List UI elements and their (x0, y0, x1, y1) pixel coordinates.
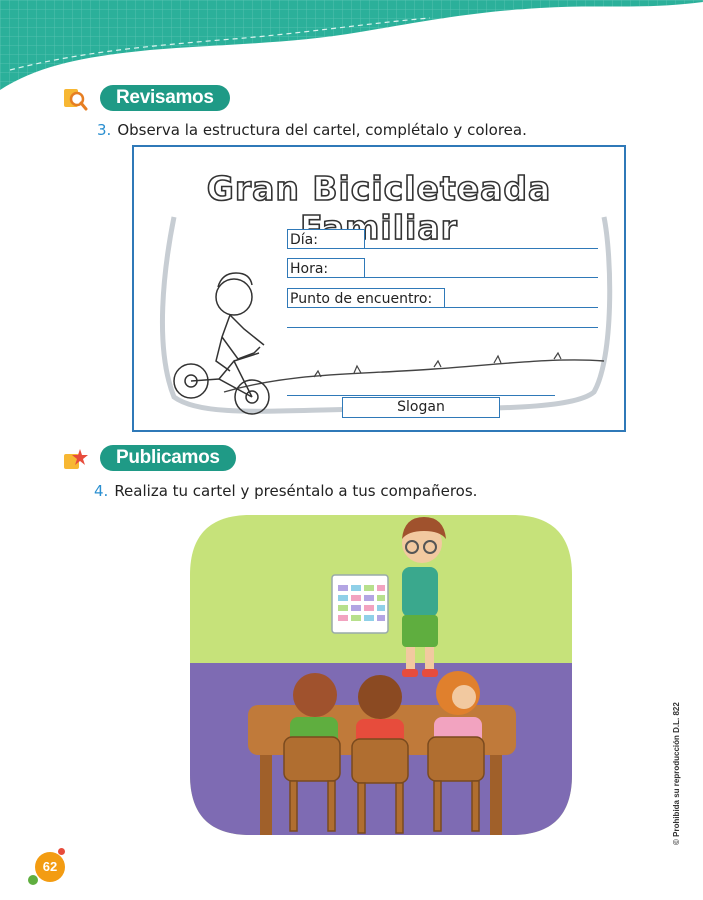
meeting-point-extra-line (287, 327, 598, 328)
activity-number: 3. (97, 121, 112, 139)
day-field-line (365, 248, 598, 249)
section-badge-publish: Publicamos (100, 445, 236, 471)
meeting-point-field-line (445, 307, 598, 308)
section-badge-review: Revisamos (100, 85, 230, 111)
day-field-label: Día: (287, 229, 365, 249)
slogan-top-line (287, 395, 555, 396)
decorative-dot-red (58, 848, 65, 855)
held-poster (331, 574, 389, 634)
copyright-note: © Prohibida su reproducción D.L. 822 (672, 702, 681, 845)
activity-4-instruction: 4. Realiza tu cartel y preséntalo a tus c… (94, 482, 477, 500)
time-field-label: Hora: (287, 258, 365, 278)
meeting-point-field-label: Punto de encuentro: (287, 288, 445, 308)
activity-number: 4. (94, 482, 109, 500)
activity-3-instruction: 3. Observa la estructura del cartel, comp… (97, 121, 527, 139)
poster-template: Gran Bicicleteada Familiar Día: Hora: Pu… (132, 145, 626, 432)
page-number: 62 (35, 852, 65, 882)
time-field-line (365, 277, 598, 278)
activity-text: Realiza tu cartel y preséntalo a tus com… (114, 482, 478, 500)
decorative-dot-green (28, 875, 38, 885)
star-note-icon (64, 449, 88, 469)
classroom-illustration (190, 515, 572, 835)
child-drawing (215, 272, 265, 372)
activity-text: Observa la estructura del cartel, complé… (117, 121, 527, 139)
magnifier-icon (64, 89, 88, 111)
slogan-box: Slogan (342, 397, 500, 418)
top-decorative-band (0, 0, 703, 90)
poster-title: Gran Bicicleteada Familiar (206, 168, 552, 248)
